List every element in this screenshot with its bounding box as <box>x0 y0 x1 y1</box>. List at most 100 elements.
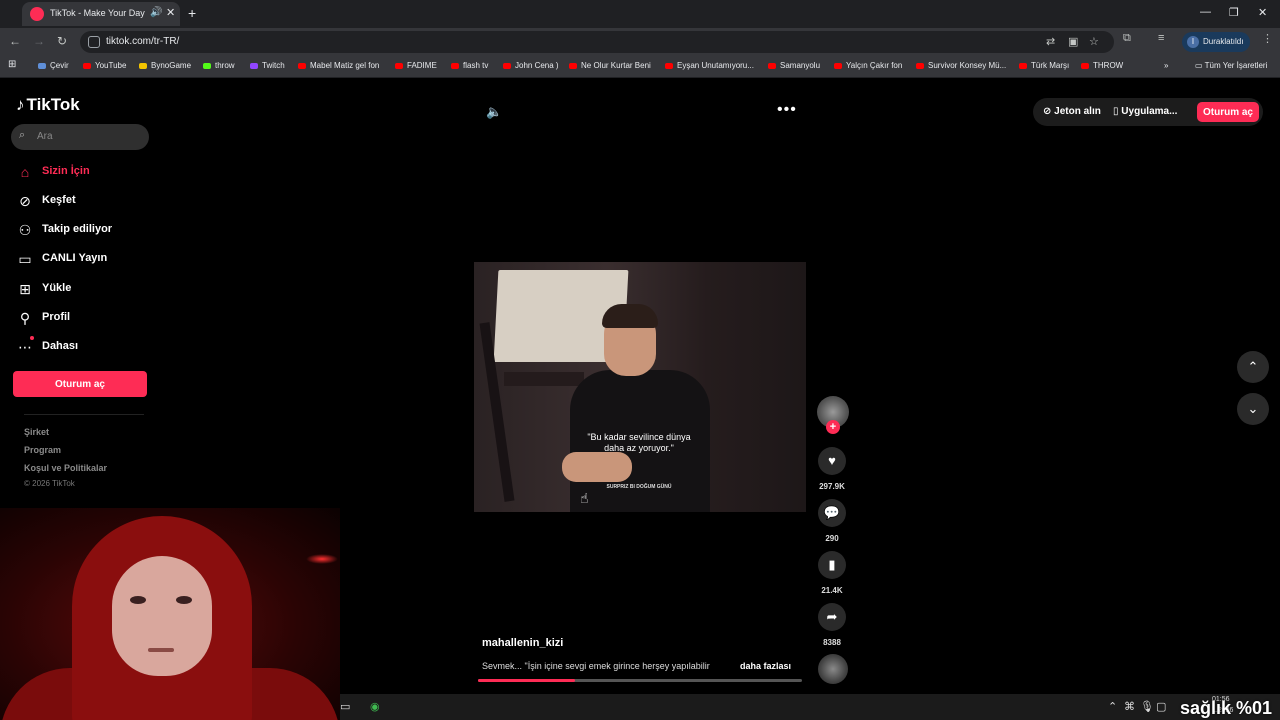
search-input[interactable]: ⌕ Ara <box>11 124 149 150</box>
save-count: 21.4K <box>821 586 843 595</box>
all-bookmarks[interactable]: ▭ Tüm Yer İşaretleri <box>1195 61 1267 70</box>
following-icon: ⚇ <box>18 222 32 238</box>
tiktok-logo[interactable]: ♪ TikTok <box>16 95 80 115</box>
tab-close-icon[interactable]: ✕ <box>166 6 175 19</box>
video-player[interactable]: "Bu kadar sevilince dünya daha az yoruyo… <box>474 262 806 512</box>
nav-upload[interactable]: ⊞ Yükle <box>16 279 156 299</box>
webcam-face <box>112 556 212 676</box>
taskbar-app-icon[interactable]: ▭ <box>340 700 350 713</box>
sidebar-login-button[interactable]: Oturum aç <box>13 371 147 397</box>
install-app-icon[interactable]: ▣ <box>1068 35 1078 48</box>
bookmark-john-cena[interactable]: John Cena ) <box>503 61 559 70</box>
nav-more[interactable]: ⋯ Dahası <box>16 336 156 357</box>
follow-plus-icon[interactable]: + <box>826 420 840 434</box>
new-tab-icon[interactable]: + <box>188 5 196 21</box>
next-video-icon[interactable]: ⌄ <box>1237 393 1269 425</box>
hand-cursor-icon: ☝ <box>580 490 589 506</box>
bookmark-flash-tv[interactable]: flash tv <box>451 61 488 70</box>
video-caption-line: "Bu kadar sevilince dünya <box>587 432 691 442</box>
bookmark-twitch[interactable]: Twitch <box>250 61 285 70</box>
video-caption: "Bu kadar sevilince dünya daha az yoruyo… <box>574 432 704 454</box>
share-button[interactable]: ➦ <box>818 603 846 631</box>
apps-grid-icon[interactable]: ⊞ <box>8 59 16 70</box>
forward-icon[interactable]: → <box>33 34 45 48</box>
translate-icon[interactable]: ⇄ <box>1046 35 1055 48</box>
bookmark-mabel-matiz[interactable]: Mabel Matiz gel fon <box>298 61 379 70</box>
video-author[interactable]: mahallenin_kizi <box>482 637 563 649</box>
tray-overflow-icon[interactable]: ⌃ <box>1108 700 1117 713</box>
bookmark-ne-olur[interactable]: Ne Olur Kurtar Beni <box>569 61 651 70</box>
profile-icon: ⚲ <box>19 310 31 326</box>
back-icon[interactable]: ← <box>9 34 21 48</box>
browser-menu-icon[interactable]: ⋮ <box>1262 32 1273 45</box>
tiktok-note-icon: ♪ <box>16 95 25 114</box>
address-bar[interactable]: tiktok.com/tr-TR/ ⇄ ▣ ☆ <box>80 31 1114 53</box>
nav-following[interactable]: ⚇ Takip ediliyor <box>16 220 156 240</box>
get-app-button[interactable]: ▯ Uygulama... <box>1113 106 1177 117</box>
comment-icon: 💬 <box>823 505 841 520</box>
bookmark-eysan[interactable]: Eyşan Unutamıyoru... <box>665 61 754 70</box>
tab-audio-icon[interactable]: 🔊 <box>150 7 162 18</box>
volume-icon[interactable]: 🔈 <box>486 104 502 120</box>
video-person-hair <box>602 304 658 328</box>
site-info-icon[interactable] <box>88 36 100 48</box>
search-icon: ⌕ <box>19 129 26 141</box>
nav-profile[interactable]: ⚲ Profil <box>16 308 156 328</box>
nav-live[interactable]: ▭ CANLI Yayın <box>16 249 156 269</box>
nav-label: Dahası <box>42 340 79 352</box>
bookmark-yalcin-cakir[interactable]: Yalçın Çakır fon <box>834 61 902 70</box>
video-more-options-icon[interactable]: ••• <box>777 101 797 119</box>
nav-label: Keşfet <box>42 194 76 206</box>
bookmark-survivor[interactable]: Survivor Konsey Mü... <box>916 61 1006 70</box>
bookmark-youtube[interactable]: YouTube <box>83 61 126 70</box>
video-description: Sevmek... "İşin içine sevgi emek girince… <box>482 661 710 671</box>
footer-company-link[interactable]: Şirket <box>24 427 49 437</box>
bookmark-throw[interactable]: throw <box>203 61 235 70</box>
window-close-icon[interactable]: ✕ <box>1258 6 1267 19</box>
like-count: 297.9K <box>819 482 845 491</box>
footer-terms-link[interactable]: Koşul ve Politikalar <box>24 463 107 473</box>
bookmark-star-icon[interactable]: ☆ <box>1089 35 1099 48</box>
header-login-button[interactable]: Oturum aç <box>1197 102 1259 122</box>
nav-explore[interactable]: ⊘ Keşfet <box>16 191 156 211</box>
video-subcaption: SURPRIZ BI DOĞUM GÜNÜ <box>606 484 672 490</box>
more-description-link[interactable]: daha fazlası <box>740 661 791 671</box>
bookmark-samanyolu[interactable]: Samanyolu <box>768 61 820 70</box>
bookmarks-overflow-icon[interactable]: » <box>1164 61 1168 70</box>
profile-status: Duraklatıldı <box>1203 37 1244 46</box>
reload-icon[interactable]: ↻ <box>57 34 67 48</box>
video-progress-fill <box>478 679 576 682</box>
restore-icon[interactable]: ❐ <box>1229 6 1239 19</box>
video-chair-seat <box>504 372 584 386</box>
tray-network-icon[interactable]: ⌘ <box>1124 700 1135 713</box>
comment-button[interactable]: 💬 <box>818 499 846 527</box>
more-icon: ⋯ <box>18 339 32 355</box>
browser-tab-strip: TikTok - Make Your Day 🔊 ✕ + — ❐ ✕ <box>0 0 1280 28</box>
media-control-icon[interactable]: ≡ <box>1158 32 1164 44</box>
video-person-arm <box>562 452 632 482</box>
like-button[interactable]: ♥ <box>818 447 846 475</box>
previous-video-icon[interactable]: ⌃ <box>1237 351 1269 383</box>
music-disc-icon[interactable] <box>818 654 848 684</box>
bookmark-throw-2[interactable]: THROW <box>1081 61 1123 70</box>
video-progress-bar[interactable] <box>478 679 802 682</box>
bookmark-bynogame[interactable]: BynoGame <box>139 61 191 70</box>
webcam-overlay <box>0 508 340 720</box>
get-coins-button[interactable]: ⊘ Jeton alın <box>1043 106 1101 117</box>
minimize-icon[interactable]: — <box>1200 6 1211 18</box>
browser-tab[interactable]: TikTok - Make Your Day 🔊 ✕ <box>22 2 180 26</box>
tray-mic-icon[interactable]: 🎙 <box>1140 700 1154 713</box>
bookmark-translate[interactable]: Çevir <box>38 61 69 70</box>
profile-button[interactable]: I Duraklatıldı <box>1182 32 1250 52</box>
extensions-icon[interactable]: ⧉ <box>1123 32 1131 45</box>
save-button[interactable]: ▮ <box>818 551 846 579</box>
phone-icon: ▯ <box>1113 106 1119 117</box>
taskbar-spotify-icon[interactable]: ◉ <box>370 700 380 713</box>
notification-dot <box>30 336 34 340</box>
bookmark-fadime[interactable]: FADIME <box>395 61 437 70</box>
bookmark-turk-marsi[interactable]: Türk Marşı <box>1019 61 1069 70</box>
tray-monitor-icon[interactable]: ▢ <box>1156 700 1166 713</box>
footer-program-link[interactable]: Program <box>24 445 61 455</box>
bookmark-icon: ▮ <box>828 557 836 572</box>
nav-for-you[interactable]: ⌂ Sizin İçin <box>16 162 156 182</box>
